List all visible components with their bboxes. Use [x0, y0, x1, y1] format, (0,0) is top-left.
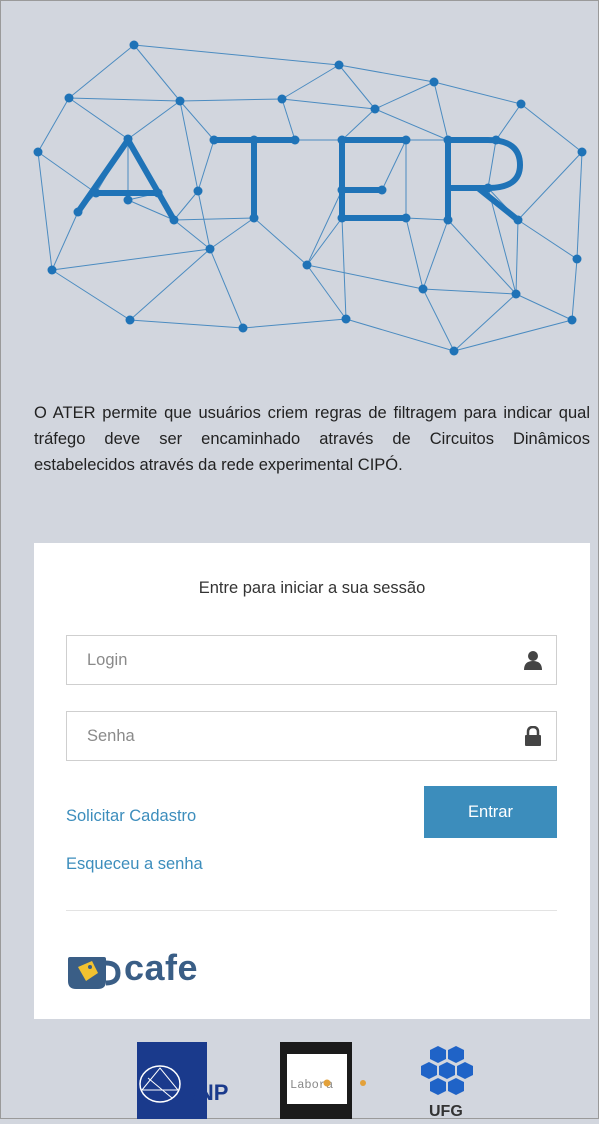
network-node — [337, 135, 347, 145]
network-node — [175, 96, 185, 106]
login-title: Entre para iniciar a sua sessão — [198, 579, 426, 597]
ufg-logo: UFG — [421, 1046, 473, 1120]
network-node — [483, 183, 493, 193]
cafe-label: cafe — [124, 947, 199, 988]
network-node — [47, 265, 57, 275]
network-node — [491, 135, 501, 145]
network-node — [341, 314, 351, 324]
network-node — [429, 77, 439, 87]
network-node — [370, 104, 380, 114]
network-node — [249, 135, 259, 145]
cafe-login[interactable]: cafe — [64, 943, 224, 993]
network-node — [511, 289, 521, 299]
network-node — [123, 134, 133, 144]
network-node — [91, 188, 101, 198]
network-node — [302, 260, 312, 270]
login-card: Entre para iniciar a sua sessão Solicita… — [34, 543, 590, 1019]
network-node — [123, 195, 133, 205]
rnp-logo: RNP — [137, 1042, 228, 1119]
login-input[interactable] — [67, 636, 556, 684]
forgot-password-link[interactable]: Esqueceu a senha — [66, 855, 203, 874]
lock-icon — [525, 726, 541, 746]
divider — [66, 910, 557, 911]
cafe-mug-icon — [68, 957, 121, 989]
network-node — [516, 99, 526, 109]
network-node — [443, 215, 453, 225]
network-node — [334, 60, 344, 70]
network-node — [401, 213, 411, 223]
network-node — [33, 147, 43, 157]
network-node — [418, 284, 428, 294]
network-node — [205, 244, 215, 254]
network-node — [125, 315, 135, 325]
network-node — [401, 135, 411, 145]
password-input[interactable] — [67, 712, 556, 760]
login-field — [66, 635, 557, 685]
network-node — [572, 254, 582, 264]
network-node — [153, 188, 163, 198]
network-node — [73, 207, 83, 217]
password-field — [66, 711, 557, 761]
rnp-logo-text: RNP — [182, 1080, 228, 1105]
network-node — [238, 323, 248, 333]
network-node — [513, 215, 523, 225]
register-link[interactable]: Solicitar Cadastro — [66, 807, 196, 826]
network-node — [277, 94, 287, 104]
footer-logos: RNP Labora UFG — [0, 1040, 599, 1120]
network-node — [209, 135, 219, 145]
description: O ATER permite que usuários criem regras… — [34, 404, 590, 474]
network-node — [169, 215, 179, 225]
network-node — [567, 315, 577, 325]
network-node — [377, 185, 387, 195]
labora-logo: Labora — [280, 1042, 366, 1119]
network-node — [193, 186, 203, 196]
network-node — [249, 213, 259, 223]
network-node — [64, 93, 74, 103]
login-button[interactable]: Entrar — [424, 786, 557, 838]
ufg-logo-text: UFG — [429, 1103, 463, 1119]
network-node — [443, 135, 453, 145]
network-node — [577, 147, 587, 157]
network-node — [290, 135, 300, 145]
network-node — [337, 185, 347, 195]
ater-logo — [33, 40, 587, 356]
network-node — [129, 40, 139, 50]
user-icon — [524, 651, 542, 670]
network-node — [449, 346, 459, 356]
network-node — [337, 213, 347, 223]
